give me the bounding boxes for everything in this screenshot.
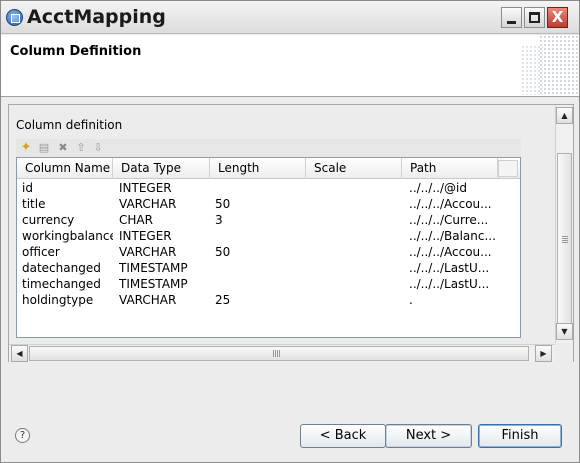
scroll-right-icon[interactable]: ▶ xyxy=(535,345,552,362)
cell-data-type[interactable]: VARCHAR xyxy=(119,196,210,212)
cell-column-name[interactable]: workingbalance xyxy=(22,228,113,244)
scroll-up-icon[interactable]: ▲ xyxy=(556,107,573,124)
column-definition-table[interactable]: Column Name Data Type Length Scale Path … xyxy=(16,157,521,338)
maximize-button[interactable] xyxy=(524,7,545,28)
cell-scale[interactable] xyxy=(311,228,402,244)
scroll-down-icon[interactable]: ▼ xyxy=(556,323,573,340)
table-header: Column Name Data Type Length Scale Path xyxy=(17,158,520,179)
vertical-scrollbar[interactable]: ▲ ▼ xyxy=(555,105,573,343)
cell-length[interactable] xyxy=(215,180,306,196)
cell-path[interactable]: ../../../Accou... xyxy=(409,244,503,260)
cell-column-name[interactable]: holdingtype xyxy=(22,292,113,308)
table-row[interactable]: holdingtype VARCHAR 25 . xyxy=(17,292,520,308)
cell-scale[interactable] xyxy=(311,180,402,196)
cell-column-name[interactable]: title xyxy=(22,196,113,212)
cell-path[interactable]: ../../../@id xyxy=(409,180,503,196)
cell-length[interactable]: 50 xyxy=(215,244,306,260)
minimize-icon xyxy=(507,21,516,24)
cell-length[interactable] xyxy=(215,228,306,244)
minimize-button[interactable] xyxy=(501,7,522,28)
horizontal-scroll-thumb[interactable] xyxy=(29,346,529,361)
next-button[interactable]: Next > xyxy=(385,424,472,448)
table-row[interactable]: currency CHAR 3 ../../../Curre... xyxy=(17,212,520,228)
page-title: Column Definition xyxy=(10,44,142,59)
cell-length[interactable]: 50 xyxy=(215,196,306,212)
header-filler xyxy=(498,160,518,177)
cell-path[interactable]: ../../../LastU... xyxy=(409,276,503,292)
content-viewport: Column definition ✦ ▤ ✖ ⇧ ⇩ Column Name … xyxy=(9,105,555,343)
section-label: Column definition xyxy=(16,118,123,132)
cell-data-type[interactable]: INTEGER xyxy=(119,228,210,244)
cell-data-type[interactable]: TIMESTAMP xyxy=(119,260,210,276)
table-row[interactable]: officer VARCHAR 50 ../../../Accou... xyxy=(17,244,520,260)
cell-path[interactable]: ../../../LastU... xyxy=(409,260,503,276)
cell-column-name[interactable]: officer xyxy=(22,244,113,260)
cell-path[interactable]: ../../../Curre... xyxy=(409,212,503,228)
back-button[interactable]: < Back xyxy=(300,424,386,448)
cell-column-name[interactable]: datechanged xyxy=(22,260,113,276)
cell-column-name[interactable]: currency xyxy=(22,212,113,228)
header-scale[interactable]: Scale xyxy=(306,158,402,179)
header-banner: Column Definition xyxy=(1,35,579,97)
edit-icon[interactable]: ▤ xyxy=(37,141,51,155)
move-down-icon[interactable]: ⇩ xyxy=(91,141,105,155)
cell-data-type[interactable]: INTEGER xyxy=(119,180,210,196)
cell-scale[interactable] xyxy=(311,196,402,212)
table-row[interactable]: timechanged TIMESTAMP ../../../LastU... xyxy=(17,276,520,292)
cell-column-name[interactable]: timechanged xyxy=(22,276,113,292)
title-bar[interactable]: AcctMapping X xyxy=(1,1,579,34)
maximize-icon xyxy=(529,12,540,23)
header-data-type[interactable]: Data Type xyxy=(113,158,210,179)
horizontal-scrollbar[interactable]: ◀ ▶ xyxy=(9,344,555,362)
cell-column-name[interactable]: id xyxy=(22,180,113,196)
wizard-window: AcctMapping X Column Definition Column d… xyxy=(0,0,580,463)
cell-length[interactable]: 25 xyxy=(215,292,306,308)
delete-icon[interactable]: ✖ xyxy=(56,141,70,155)
cell-scale[interactable] xyxy=(311,244,402,260)
window-title: AcctMapping xyxy=(27,6,166,28)
cell-data-type[interactable]: VARCHAR xyxy=(119,244,210,260)
cell-path[interactable]: ../../../Accou... xyxy=(409,196,503,212)
cell-path[interactable]: . xyxy=(409,292,503,308)
table-row[interactable]: datechanged TIMESTAMP ../../../LastU... xyxy=(17,260,520,276)
app-icon xyxy=(6,9,23,26)
header-path[interactable]: Path xyxy=(402,158,498,179)
cell-path[interactable]: ../../../Balanc... xyxy=(409,228,503,244)
close-button[interactable]: X xyxy=(547,7,568,28)
grip-icon xyxy=(562,236,568,244)
help-icon[interactable]: ? xyxy=(15,428,30,443)
vertical-scroll-thumb[interactable] xyxy=(557,153,572,327)
cell-scale[interactable] xyxy=(311,260,402,276)
table-row[interactable]: workingbalance INTEGER ../../../Balanc..… xyxy=(17,228,520,244)
cell-data-type[interactable]: VARCHAR xyxy=(119,292,210,308)
table-body: id INTEGER ../../../@id title VARCHAR 50… xyxy=(17,180,520,308)
cell-length[interactable] xyxy=(215,260,306,276)
cell-scale[interactable] xyxy=(311,212,402,228)
finish-button[interactable]: Finish xyxy=(478,424,562,448)
table-row[interactable]: title VARCHAR 50 ../../../Accou... xyxy=(17,196,520,212)
table-row[interactable]: id INTEGER ../../../@id xyxy=(17,180,520,196)
scroll-left-icon[interactable]: ◀ xyxy=(11,345,28,362)
banner-graphic-icon xyxy=(539,35,579,96)
cell-data-type[interactable]: TIMESTAMP xyxy=(119,276,210,292)
header-column-name[interactable]: Column Name xyxy=(17,158,113,179)
grip-icon xyxy=(273,350,281,357)
table-toolbar: ✦ ▤ ✖ ⇧ ⇩ xyxy=(16,139,521,157)
content-panel: Column definition ✦ ▤ ✖ ⇧ ⇩ Column Name … xyxy=(8,104,574,362)
move-up-icon[interactable]: ⇧ xyxy=(74,141,88,155)
cell-data-type[interactable]: CHAR xyxy=(119,212,210,228)
cell-scale[interactable] xyxy=(311,276,402,292)
cell-scale[interactable] xyxy=(311,292,402,308)
header-length[interactable]: Length xyxy=(210,158,306,179)
add-icon[interactable]: ✦ xyxy=(19,141,33,155)
cell-length[interactable] xyxy=(215,276,306,292)
close-icon: X xyxy=(551,8,564,26)
scroll-corner xyxy=(555,344,573,362)
cell-length[interactable]: 3 xyxy=(215,212,306,228)
